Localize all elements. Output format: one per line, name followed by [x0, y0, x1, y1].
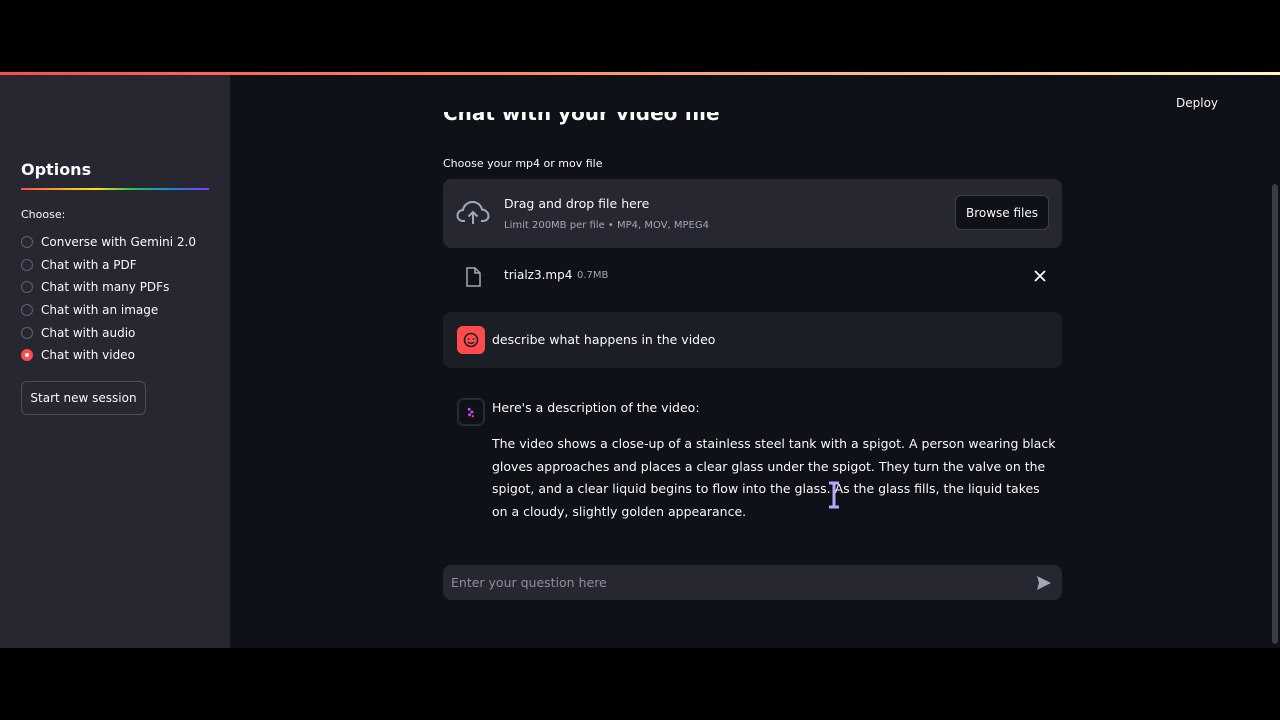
text-cursor-icon [829, 481, 839, 509]
assistant-intro-text: Here's a description of the video: [492, 400, 700, 415]
sidebar-title: Options [21, 160, 92, 179]
radio-chat-many-pdfs[interactable]: Chat with many PDFs [21, 276, 196, 299]
sidebar: Options Choose: Converse with Gemini 2.0… [0, 75, 230, 648]
radio-chat-pdf[interactable]: Chat with a PDF [21, 254, 196, 277]
dropzone-limit: Limit 200MB per file • MP4, MOV, MPEG4 [504, 220, 709, 231]
radio-label: Chat with an image [41, 303, 159, 318]
radio-converse-gemini[interactable]: Converse with Gemini 2.0 [21, 231, 196, 254]
radio-label: Chat with audio [41, 325, 136, 340]
radio-button[interactable] [21, 304, 33, 317]
deploy-button[interactable]: Deploy [1176, 96, 1218, 110]
radio-chat-video[interactable]: Chat with video [21, 344, 196, 367]
app-window: Options Choose: Converse with Gemini 2.0… [0, 72, 1280, 648]
radio-label: Converse with Gemini 2.0 [41, 235, 197, 250]
file-dropzone[interactable]: Drag and drop file here Limit 200MB per … [443, 179, 1062, 248]
assistant-avatar-icon [457, 398, 485, 426]
radio-label: Chat with a PDF [41, 257, 137, 272]
sidebar-divider [21, 188, 209, 190]
user-avatar-icon [457, 326, 485, 354]
user-message: describe what happens in the video [443, 312, 1062, 368]
uploader-label: Choose your mp4 or mov file [443, 157, 603, 170]
assistant-message: Here's a description of the video: The v… [443, 394, 1062, 534]
radio-button[interactable] [21, 258, 33, 271]
uploaded-file: trialz3.mp4 0.7MB [443, 262, 1062, 292]
chat-input-field[interactable] [443, 565, 1023, 600]
user-message-text: describe what happens in the video [492, 332, 716, 347]
assistant-body-text: The video shows a close-up of a stainles… [492, 436, 1056, 520]
radio-label: Chat with many PDFs [41, 280, 170, 295]
file-icon [466, 267, 481, 287]
radio-button[interactable] [21, 236, 33, 249]
close-icon[interactable] [1031, 267, 1049, 285]
radio-button-selected[interactable] [21, 349, 33, 362]
radio-button[interactable] [21, 281, 33, 294]
radio-button[interactable] [21, 326, 33, 339]
file-size: 0.7MB [577, 270, 609, 281]
radio-label: Chat with video [41, 348, 135, 363]
dropzone-title: Drag and drop file here [504, 196, 650, 211]
page-title: Chat with your video file [443, 112, 720, 128]
page-title-text: Chat with your video file [443, 112, 720, 125]
chat-input-box[interactable] [443, 565, 1062, 600]
radio-chat-image[interactable]: Chat with an image [21, 299, 196, 322]
file-name: trialz3.mp4 [504, 268, 573, 282]
radio-chat-audio[interactable]: Chat with audio [21, 321, 196, 344]
cloud-upload-icon [456, 200, 490, 224]
start-new-session-button[interactable]: Start new session [21, 381, 146, 415]
send-icon[interactable] [1035, 574, 1053, 592]
scrollbar[interactable] [1272, 184, 1278, 644]
choose-label: Choose: [21, 208, 66, 221]
mode-radio-group: Converse with Gemini 2.0 Chat with a PDF… [21, 231, 196, 367]
browse-files-button[interactable]: Browse files [955, 195, 1049, 230]
